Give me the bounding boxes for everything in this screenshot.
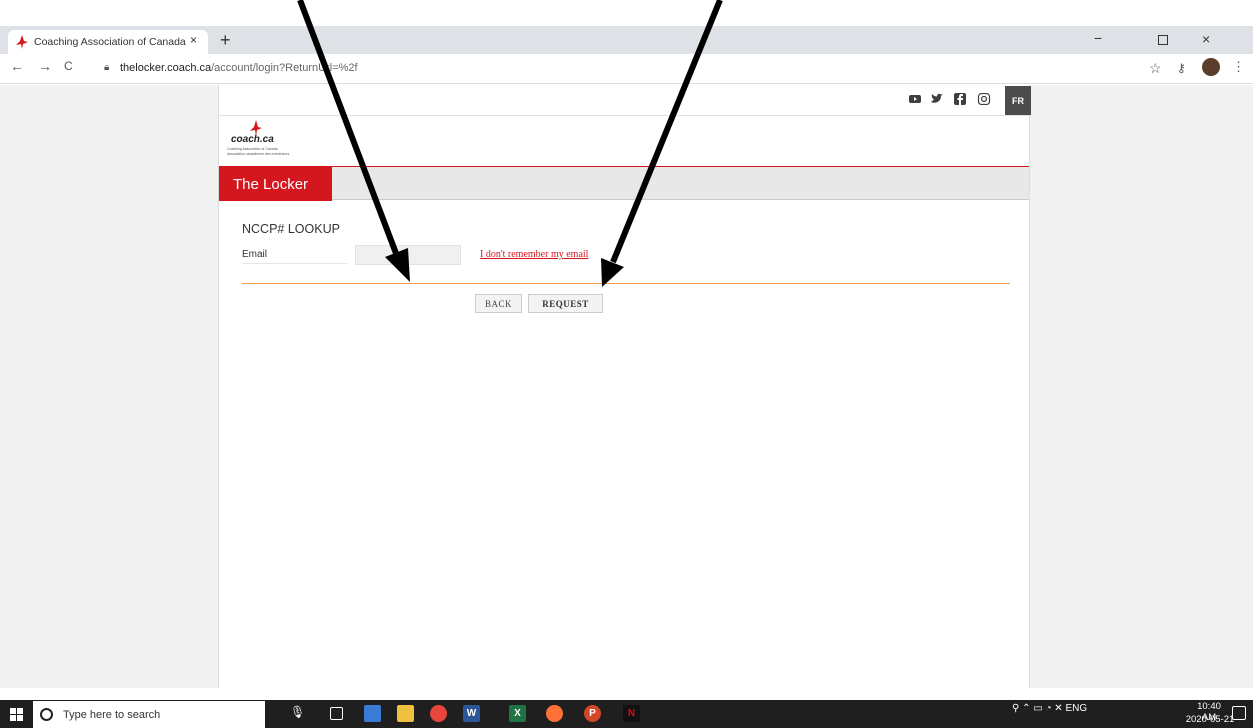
reload-icon[interactable]: C [64,59,73,73]
site-logo-text[interactable]: coach.ca [231,134,274,145]
form-title: NCCP# LOOKUP [242,222,340,236]
logo-subtitle-fr: Association canadienne des entraîneurs [227,152,290,156]
excel-icon[interactable]: X [509,705,526,722]
email-field[interactable] [355,245,461,265]
microphone-icon[interactable]: 🎙︎ [290,705,305,719]
clock-date[interactable]: 2020-05-21 [1185,714,1235,725]
request-button[interactable]: REQUEST [528,294,603,313]
url-path: /account/login?ReturnUrl=%2f [211,62,358,74]
store-icon[interactable] [364,705,381,722]
divider [219,115,1029,116]
cortana-search-icon [40,708,53,721]
form-divider [242,283,1010,284]
close-window-button[interactable]: × [1202,31,1210,47]
system-tray[interactable]: ⚲ ⌃ ▭ ◔ ✕ ENG [1012,703,1087,714]
annotation-area [0,0,1253,26]
windows-start-icon[interactable] [10,708,23,721]
page-bottom [0,688,1253,700]
netflix-icon[interactable]: N [623,705,640,722]
forward-arrow-icon[interactable]: → [38,58,52,74]
file-explorer-icon[interactable] [397,705,414,722]
section-title-tab[interactable]: The Locker [219,167,332,201]
firefox-icon[interactable] [546,705,563,722]
logo-subtitle-en: Coaching Association of Canada [227,147,278,151]
bookmark-star-icon[interactable]: ☆ [1149,60,1162,77]
profile-avatar[interactable] [1202,58,1220,76]
task-view-icon[interactable] [330,707,343,720]
language-toggle-button[interactable]: FR [1005,86,1031,115]
twitter-icon[interactable] [930,93,944,105]
facebook-icon[interactable] [953,93,967,105]
tab-close-icon[interactable]: × [190,33,197,47]
maple-leaf-icon [16,35,28,49]
email-label: Email [242,249,268,260]
taskbar-search-input[interactable]: Type here to search [33,701,265,728]
new-tab-button[interactable]: + [220,30,231,50]
scrollbar[interactable] [1245,85,1253,688]
instagram-icon[interactable] [977,93,991,105]
url-field[interactable]: thelocker.coach.ca/account/login?ReturnU… [120,62,358,74]
chrome-icon[interactable] [430,705,447,722]
tray-language[interactable]: ENG [1065,703,1087,714]
key-icon[interactable]: ⚷ [1177,61,1186,75]
lock-icon: 🔒︎ [104,62,110,73]
minimize-button[interactable]: − [1094,30,1102,46]
tab-title: Coaching Association of Canada [34,36,186,48]
search-placeholder: Type here to search [63,708,161,721]
menu-kebab-icon[interactable]: ⋮ [1232,59,1245,75]
browser-tab[interactable]: Coaching Association of Canada [8,30,208,54]
powerpoint-icon[interactable]: P [584,705,601,722]
word-icon[interactable]: W [463,705,480,722]
section-nav-bar [219,167,1029,200]
notification-icon[interactable] [1232,706,1246,720]
divider [242,263,347,264]
back-button[interactable]: BACK [475,294,522,313]
maximize-button[interactable] [1158,35,1168,45]
url-domain: thelocker.coach.ca [120,62,212,74]
back-arrow-icon[interactable]: ← [10,58,24,74]
forgot-email-link[interactable]: I don't remember my email [480,249,588,260]
youtube-icon[interactable] [908,93,922,105]
